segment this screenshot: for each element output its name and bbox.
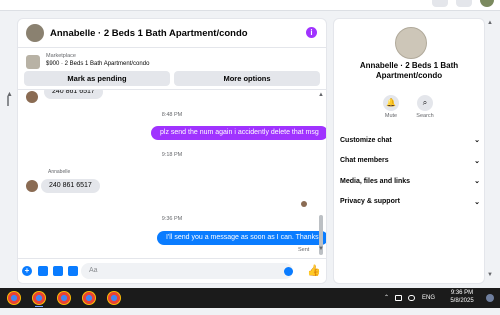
chat-header: Annabelle · 2 Beds 1 Bath Apartment/cond… <box>18 19 326 48</box>
timestamp: 9:18 PM <box>161 152 183 158</box>
scroll-up-arrow-icon[interactable]: ▲ <box>318 92 324 98</box>
mute-label: Mute <box>384 113 398 119</box>
mark-as-pending-button[interactable]: Mark as pending <box>24 71 170 86</box>
chat-panel: Annabelle · 2 Beds 1 Bath Apartment/cond… <box>17 18 327 284</box>
sender-name: Annabelle <box>48 169 71 175</box>
message-list: ▲ 240 861 6517 8:48 PM plz send the num … <box>18 89 326 258</box>
volume-icon[interactable] <box>408 295 415 301</box>
top-bar-icons <box>432 0 494 7</box>
scroll-down-arrow-icon[interactable]: ▼ <box>318 246 324 252</box>
avatar <box>26 91 38 103</box>
profile-avatar[interactable] <box>480 0 494 7</box>
emoji-icon[interactable] <box>284 267 293 276</box>
chevron-up-icon[interactable]: ⌃ <box>384 294 389 314</box>
section-label: Chat members <box>340 157 389 165</box>
message-input[interactable]: Aa <box>81 263 293 279</box>
scroll-up-arrow-icon[interactable]: ▲ <box>487 20 493 26</box>
clock-time: 9:36 PM <box>450 290 474 296</box>
chrome-icon[interactable] <box>82 291 96 305</box>
scrollbar[interactable] <box>7 96 9 106</box>
section-label: Media, files and links <box>340 177 411 185</box>
search-label: Search <box>416 113 434 119</box>
sent-status: Sent <box>298 247 310 253</box>
search-action[interactable]: ⌕ Search <box>410 95 440 119</box>
chrome-icon[interactable] <box>107 291 121 305</box>
marketplace-label: Marketplace <box>46 53 76 59</box>
info-sections: Customize chat ⌄ Chat members ⌄ Media, f… <box>340 130 480 212</box>
listing-price-title[interactable]: $900 · 2 Beds 1 Bath Apartment/condo <box>46 61 149 67</box>
notification-icon[interactable] <box>486 294 494 302</box>
system-clock[interactable]: 9:36 PM 5/8/2025 <box>442 289 482 305</box>
listing-photo[interactable] <box>395 27 427 59</box>
incoming-message: 240 861 6517 <box>41 179 100 193</box>
plus-icon[interactable]: + <box>22 266 32 276</box>
info-panel: Annabelle · 2 Beds 1 Bath Apartment/cond… <box>333 18 485 284</box>
composer: + Aa 👍 <box>18 258 326 283</box>
read-receipt-avatar <box>301 201 307 207</box>
section-privacy-support[interactable]: Privacy & support ⌄ <box>340 192 480 213</box>
bell-icon[interactable]: 🔔 <box>383 95 399 111</box>
chevron-down-icon: ⌄ <box>474 198 480 206</box>
section-media-files-links[interactable]: Media, files and links ⌄ <box>340 171 480 192</box>
thumbs-up-icon[interactable]: 👍 <box>307 264 321 277</box>
taskbar: ⌃ ENG 9:36 PM 5/8/2025 <box>0 288 500 308</box>
sticker-icon[interactable] <box>53 266 63 276</box>
mute-action[interactable]: 🔔 Mute <box>376 95 406 119</box>
avatar <box>26 180 38 192</box>
timestamp: 8:48 PM <box>161 112 183 118</box>
more-options-button[interactable]: More options <box>174 71 320 86</box>
incoming-message: 240 861 6517 <box>44 90 103 99</box>
chrome-icon[interactable] <box>7 291 21 305</box>
network-icon[interactable] <box>395 295 402 301</box>
top-bar <box>0 0 500 11</box>
language-indicator[interactable]: ENG <box>422 295 435 315</box>
listing-avatar[interactable] <box>26 24 44 42</box>
image-icon[interactable] <box>38 266 48 276</box>
chat-title[interactable]: Annabelle · 2 Beds 1 Bath Apartment/cond… <box>50 28 248 39</box>
timestamp: 9:36 PM <box>161 216 183 222</box>
messenger-icon[interactable] <box>456 0 472 7</box>
listing-thumbnail[interactable] <box>26 55 40 69</box>
menu-icon[interactable] <box>432 0 448 7</box>
section-label: Privacy & support <box>340 198 400 206</box>
section-customize-chat[interactable]: Customize chat ⌄ <box>340 130 480 151</box>
chevron-down-icon: ⌄ <box>474 178 480 186</box>
chrome-icon[interactable] <box>57 291 71 305</box>
chevron-down-icon: ⌄ <box>474 137 480 145</box>
info-title: Annabelle · 2 Beds 1 Bath Apartment/cond… <box>359 61 459 80</box>
chrome-icon[interactable] <box>32 291 46 307</box>
section-chat-members[interactable]: Chat members ⌄ <box>340 151 480 172</box>
listing-actions: Mark as pending More options <box>24 71 320 86</box>
clock-date: 5/8/2025 <box>450 298 474 304</box>
section-label: Customize chat <box>340 136 392 144</box>
info-icon[interactable]: i <box>306 27 317 38</box>
search-icon[interactable]: ⌕ <box>417 95 433 111</box>
scroll-down-arrow-icon[interactable]: ▼ <box>487 272 493 278</box>
gif-icon[interactable] <box>68 266 78 276</box>
chevron-down-icon: ⌄ <box>474 157 480 165</box>
outgoing-message: plz send the num again i accidently dele… <box>151 126 326 140</box>
outgoing-message: I'll send you a message as soon as I can… <box>157 231 326 245</box>
